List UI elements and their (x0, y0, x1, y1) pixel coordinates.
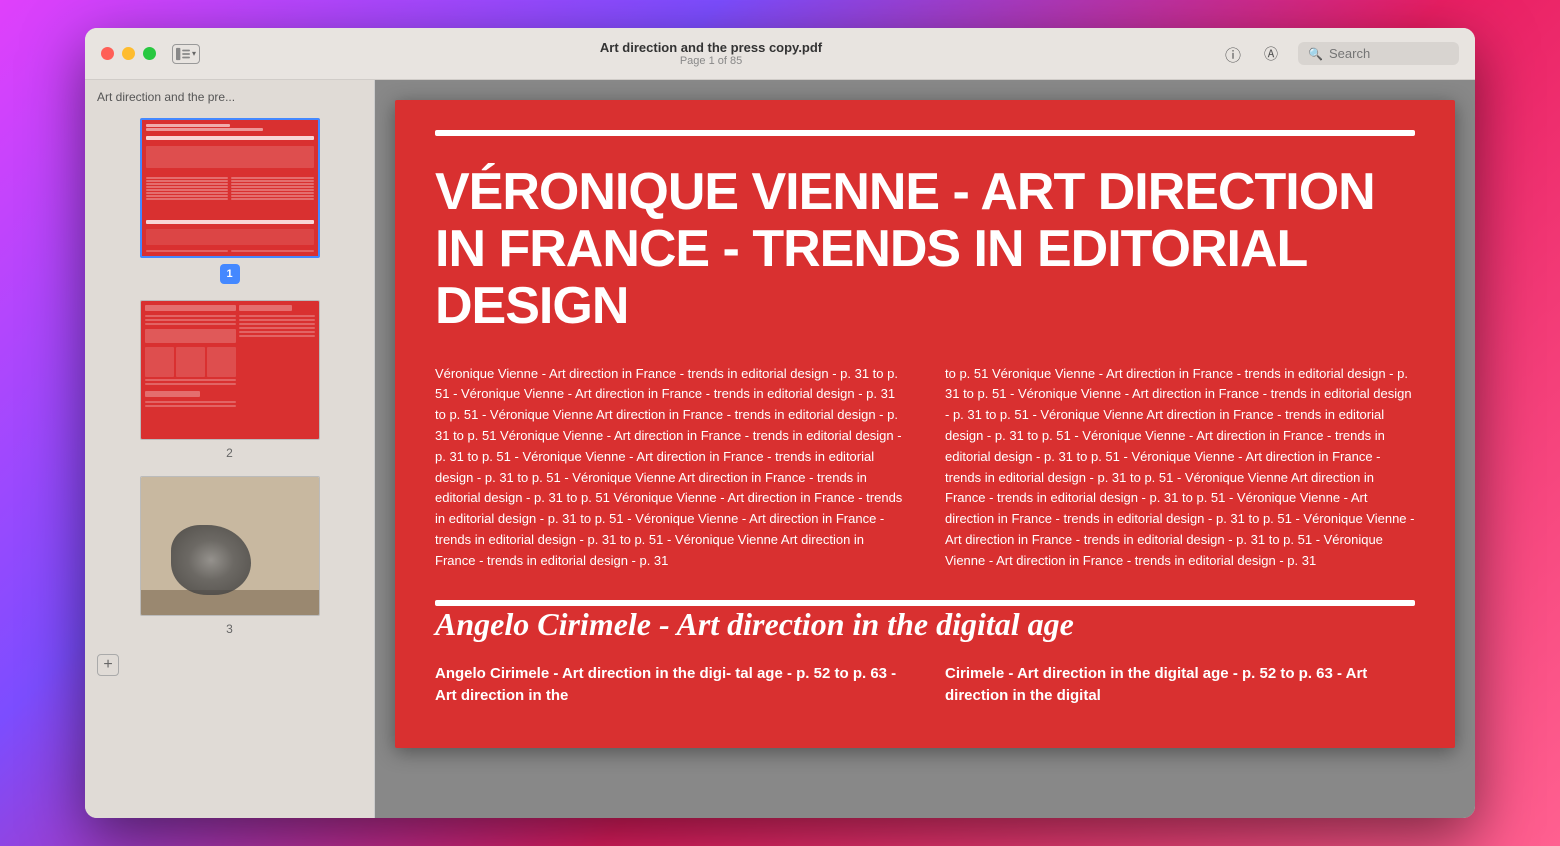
page-number-label-2: 2 (226, 446, 233, 460)
minimize-button[interactable] (122, 47, 135, 60)
sidebar-footer: + (85, 644, 374, 686)
page-info: Page 1 of 85 (680, 55, 742, 67)
annotate-button[interactable]: Ⓐ (1260, 43, 1282, 65)
thumb-preview-1 (142, 120, 318, 256)
titlebar: ▾ Art direction and the press copy.pdf P… (85, 28, 1475, 80)
section2-title: Angelo Cirimele - Art direction in the d… (435, 606, 1415, 643)
document-title: Art direction and the press copy.pdf (600, 40, 822, 55)
titlebar-center: Art direction and the press copy.pdf Pag… (200, 40, 1222, 67)
annotate-icon: Ⓐ (1264, 44, 1278, 64)
search-icon: 🔍 (1308, 47, 1323, 61)
add-page-button[interactable]: + (97, 654, 119, 676)
body-columns: Véronique Vienne - Art direction in Fran… (435, 364, 1415, 572)
thumbnail-page-1[interactable]: 1 (85, 110, 374, 292)
titlebar-controls: ⓘ Ⓐ 🔍 (1222, 42, 1459, 65)
sidebar-toggle-button[interactable]: ▾ (172, 44, 200, 64)
close-button[interactable] (101, 47, 114, 60)
thumb-preview-2 (141, 301, 319, 439)
sidebar: Art direction and the pre... (85, 80, 375, 818)
main-content: Art direction and the pre... (85, 80, 1475, 818)
thumbnail-page-2[interactable]: 2 (85, 292, 374, 468)
section2-column-right: Cirimele - Art direction in the digital … (945, 663, 1415, 708)
thumb-wrapper-1 (140, 118, 320, 258)
body-column-left: Véronique Vienne - Art direction in Fran… (435, 364, 905, 572)
main-title: VÉRONIQUE VIENNE - ART DIRECTION IN FRAN… (435, 164, 1415, 336)
thumb-wrapper-2 (140, 300, 320, 440)
section2-column-left: Angelo Cirimele - Art direction in the d… (435, 663, 905, 708)
traffic-lights (101, 47, 156, 60)
pdf-viewer[interactable]: VÉRONIQUE VIENNE - ART DIRECTION IN FRAN… (375, 80, 1475, 818)
info-button[interactable]: ⓘ (1222, 43, 1244, 65)
app-window: ▾ Art direction and the press copy.pdf P… (85, 28, 1475, 818)
pdf-page-1: VÉRONIQUE VIENNE - ART DIRECTION IN FRAN… (395, 100, 1455, 748)
section2-columns: Angelo Cirimele - Art direction in the d… (435, 663, 1415, 708)
search-input[interactable] (1329, 46, 1449, 61)
chevron-down-icon: ▾ (192, 49, 196, 58)
search-box[interactable]: 🔍 (1298, 42, 1459, 65)
info-icon: ⓘ (1225, 42, 1241, 66)
thumbnail-page-3[interactable]: 3 (85, 468, 374, 644)
maximize-button[interactable] (143, 47, 156, 60)
thumb-wrapper-3 (140, 476, 320, 616)
body-column-right: to p. 51 Véronique Vienne - Art directio… (945, 364, 1415, 572)
thumb-preview-3 (141, 477, 319, 615)
page-number-badge-1: 1 (220, 264, 240, 284)
page-number-label-3: 3 (226, 622, 233, 636)
sidebar-header: Art direction and the pre... (85, 80, 374, 110)
top-rule (435, 130, 1415, 136)
